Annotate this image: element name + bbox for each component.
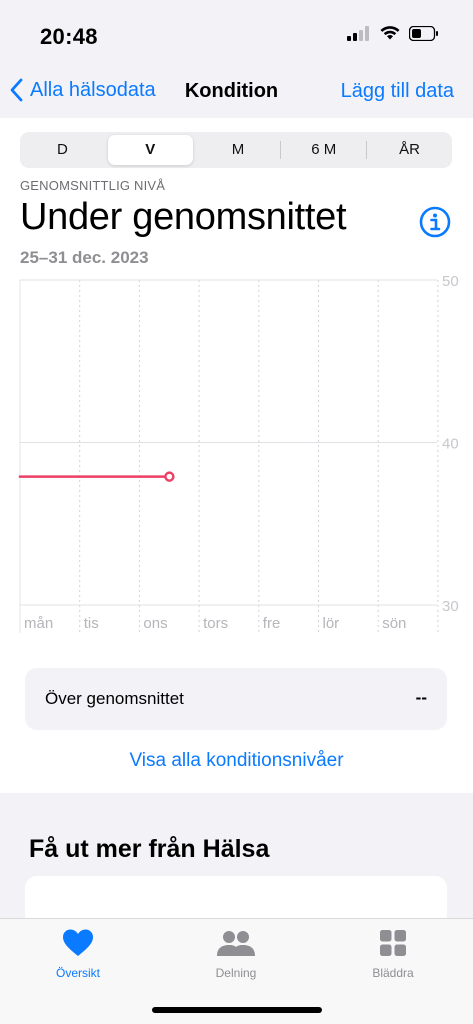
chart-data-point [164, 471, 175, 482]
period-segmented-control: D V M 6 M ÅR [20, 132, 452, 168]
navigation-bar: Alla hälsodata Kondition Lägg till data [0, 70, 473, 118]
segment-week[interactable]: V [107, 135, 193, 165]
tab-browse-label: Bläddra [372, 966, 414, 980]
chevron-left-icon [10, 78, 23, 102]
segment-six-months-label: 6 M [311, 141, 337, 158]
chart-x-tick-label: tors [203, 615, 228, 632]
summary-headline: Under genomsnittet [20, 196, 347, 238]
grid-icon [380, 930, 406, 956]
page-title-text: Kondition [184, 80, 279, 102]
more-section-title: Få ut mer från Hälsa [29, 835, 270, 863]
status-time: 20:48 [40, 24, 98, 49]
tab-overview-label: Översikt [55, 966, 100, 980]
summary-kicker: GENOMSNITTLIG NIVÅ [20, 178, 166, 193]
status-icons [347, 26, 439, 41]
segment-month[interactable]: M [196, 135, 281, 165]
cardio-fitness-chart: 30 40 50 mån tis ons tors fre lör sön [0, 268, 473, 638]
chart-x-tick-label: ons [143, 615, 167, 632]
back-label: Alla hälsodata [30, 78, 156, 101]
chart-x-tick-label: tis [84, 615, 99, 632]
people-icon [217, 931, 255, 956]
segment-six-months[interactable]: 6 M [281, 135, 366, 165]
info-icon[interactable] [419, 206, 451, 238]
battery-icon [409, 26, 438, 41]
wifi-icon [380, 26, 400, 40]
segment-month-label: M [231, 141, 245, 158]
status-bar: 20:48 [0, 0, 473, 70]
show-all-levels-link[interactable]: Visa alla konditionsnivåer [0, 750, 473, 772]
tab-sharing-label: Delning [215, 966, 257, 980]
fitness-level-value: -- [415, 688, 427, 707]
fitness-level-card[interactable]: Över genomsnittet -- [25, 668, 447, 730]
segment-day[interactable]: D [20, 135, 105, 165]
chart-x-tick-label: mån [24, 615, 53, 632]
add-data-button[interactable]: Lägg till data [341, 80, 454, 103]
heart-icon [63, 929, 93, 956]
date-range: 25–31 dec. 2023 [20, 248, 149, 267]
segment-year-label: ÅR [399, 141, 420, 158]
tab-overview[interactable]: Översikt [23, 929, 133, 980]
segment-week-label: V [145, 141, 156, 158]
chart-y-tick-label: 50 [442, 273, 459, 290]
chart-y-tick-label: 30 [442, 598, 459, 615]
chart-x-tick-label: sön [382, 615, 406, 632]
home-indicator [152, 1007, 322, 1013]
segment-year[interactable]: ÅR [367, 135, 452, 165]
fitness-level-label: Över genomsnittet [45, 689, 184, 708]
tab-sharing[interactable]: Delning [181, 929, 291, 980]
tab-browse[interactable]: Bläddra [338, 929, 448, 980]
signal-icon [347, 26, 369, 41]
chart-canvas: 30 40 50 mån tis ons tors fre lör sön [18, 273, 459, 633]
chart-x-tick-label: lör [323, 615, 340, 632]
chart-x-tick-label: fre [263, 615, 281, 632]
chart-y-tick-label: 40 [442, 436, 459, 453]
segment-day-label: D [56, 141, 68, 158]
content-panel: D V M 6 M ÅR GENOMSNITTLIG NIVÅ Under ge… [0, 118, 473, 793]
back-button[interactable]: Alla hälsodata [10, 78, 156, 102]
